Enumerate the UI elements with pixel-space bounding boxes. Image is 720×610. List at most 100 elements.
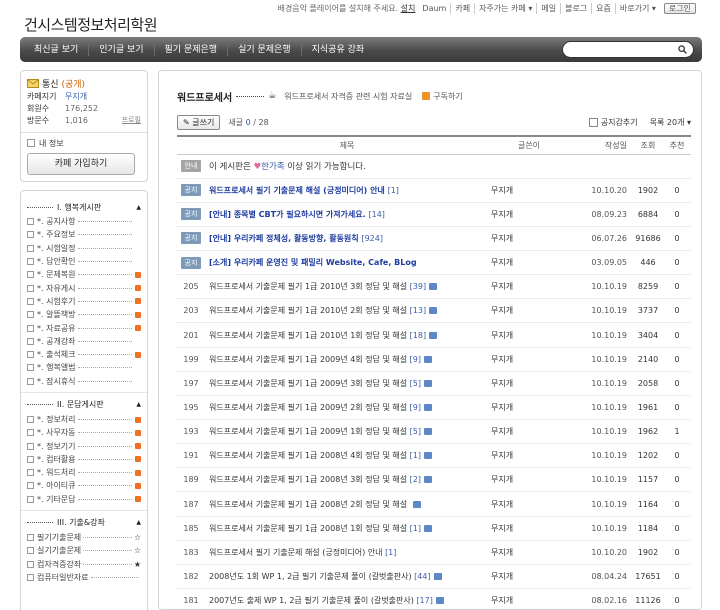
top-link-blog[interactable]: 블로그 (560, 2, 591, 14)
post-title-link[interactable]: 2007년도 출제 WP 1, 2급 필기 기출문제 풀이 (갈벗출판사) (209, 596, 414, 605)
comment-count[interactable]: [13] (410, 306, 426, 315)
post-title-link[interactable]: 워드프로세서 기출문제 필기 1급 2008년 1회 정답 및 해설 (209, 524, 407, 533)
comment-count[interactable]: [1] (385, 548, 396, 557)
comment-count[interactable]: [5] (410, 427, 421, 436)
sidebar-board-item[interactable]: *. 문제복원 (27, 268, 141, 281)
post-title-link[interactable]: 워드프로세서 필기 기출문제 해설 (긍정미디어) 안내 (209, 186, 385, 195)
comment-count[interactable]: [1] (388, 186, 399, 195)
top-link-trend[interactable]: 요즘 (591, 2, 615, 14)
post-author[interactable]: 무지개 (489, 226, 569, 252)
search-input[interactable] (571, 42, 679, 57)
comment-count[interactable]: [924] (361, 234, 383, 243)
post-title-link[interactable]: 워드프로세서 기출문제 필기 1급 2009년 1회 정답 및 해설 (209, 427, 407, 436)
comment-count[interactable]: [9] (410, 403, 421, 412)
post-title-link[interactable]: 워드프로세서 기출문제 필기 1급 2008년 3회 정답 및 해설 (209, 475, 407, 484)
sidebar-board-item[interactable]: *. 공개강좌 (27, 335, 141, 348)
sidebar-board-item[interactable]: *. 자료공유 (27, 321, 141, 334)
post-title-link[interactable]: [안내] 종목별 CBT가 필요하시면 가져가세요. (209, 210, 366, 219)
post-title-link[interactable]: 워드프로세서 기출문제 필기 1급 2008년 4회 정답 및 해설 (209, 451, 407, 460)
post-title-link[interactable]: [안내] 우리카페 정체성, 활동방향, 활동원칙 (209, 234, 359, 243)
group-title-happy[interactable]: I. 행복게시판 ▲ (27, 199, 141, 215)
cafe-title[interactable]: 건시스템정보처리학원 (24, 14, 158, 35)
collapse-icon[interactable]: ▲ (136, 401, 141, 408)
post-author[interactable]: 무지개 (489, 202, 569, 227)
group-title-exam[interactable]: III. 기출&강좌 ▲ (27, 515, 141, 531)
menu-practical-bank[interactable]: 실기 문제은행 (228, 43, 302, 56)
comment-count[interactable]: [17] (416, 596, 432, 605)
post-author[interactable]: 무지개 (489, 491, 569, 517)
top-link-daum[interactable]: Daum (418, 4, 450, 13)
post-author[interactable]: 무지개 (489, 564, 569, 590)
menu-latest[interactable]: 최신글 보기 (20, 43, 90, 56)
post-author[interactable]: 무지개 (489, 178, 569, 203)
menu-popular[interactable]: 인기글 보기 (89, 43, 155, 56)
manager-link[interactable]: 무지개 (65, 91, 87, 102)
post-title-link[interactable]: 워드프로세서 필기 기출문제 해설 (긍정미디어) 안내 (209, 548, 383, 557)
comment-count[interactable]: [2] (410, 475, 421, 484)
sidebar-board-item[interactable]: *. 기타문답 (27, 493, 141, 506)
comment-count[interactable]: [14] (368, 210, 384, 219)
sidebar-board-item[interactable]: *. 사무자동 (27, 426, 141, 439)
comment-count[interactable]: [44] (414, 572, 430, 581)
login-button[interactable]: 로그인 (663, 2, 696, 14)
post-author[interactable]: 무지개 (489, 419, 569, 445)
post-title-link[interactable]: 워드프로세서 기출문제 필기 1급 2009년 3회 정답 및 해설 (209, 379, 407, 388)
post-author[interactable]: 무지개 (489, 322, 569, 348)
sidebar-board-item[interactable]: 컴자격증강좌 ★ (27, 558, 141, 571)
sidebar-board-item[interactable]: *. 정보기기 (27, 439, 141, 452)
post-title-link[interactable]: 워드프로세서 기출문제 필기 1급 2010년 2회 정답 및 해설 (209, 306, 407, 315)
top-link-mail[interactable]: 메일 (536, 2, 560, 14)
post-title-link[interactable]: 워드프로세서 기출문제 필기 1급 2009년 4회 정답 및 해설 (209, 355, 407, 364)
sidebar-board-item[interactable]: *. 컴터활용 (27, 453, 141, 466)
sidebar-board-item[interactable]: *. 답안확인 (27, 255, 141, 268)
comment-count[interactable]: [1] (410, 524, 421, 533)
sidebar-board-item[interactable]: *. 워드처리 (27, 466, 141, 479)
hide-notice-label[interactable]: 공지감추기 (601, 117, 638, 128)
post-author[interactable]: 무지개 (489, 540, 569, 565)
sidebar-board-item[interactable]: *. 자유게시 (27, 281, 141, 294)
post-author[interactable]: 무지개 (489, 516, 569, 541)
post-author[interactable]: 무지개 (489, 443, 569, 469)
group-title-qna[interactable]: II. 문답게시판 ▲ (27, 397, 141, 413)
sidebar-board-item[interactable]: *. 정보처리 (27, 413, 141, 426)
top-link-fav-cafe[interactable]: 자주가는 카페 ▾ (474, 2, 536, 14)
sidebar-board-item[interactable]: *. 행복앨범 (27, 361, 141, 374)
comment-count[interactable]: [5] (410, 379, 421, 388)
post-author[interactable]: 무지개 (489, 347, 569, 372)
comment-count[interactable]: [1] (410, 451, 421, 460)
post-title-link[interactable]: 워드프로세서 기출문제 필기 1급 2010년 3회 정답 및 해설 (209, 282, 407, 291)
sidebar-board-item[interactable]: *. 알뜰책방 (27, 308, 141, 321)
post-title-link[interactable]: 2008년도 1회 WP 1, 2급 필기 기출문제 풀이 (갈벗출판사) (209, 572, 412, 581)
sidebar-board-item[interactable]: *. 주요정보 (27, 228, 141, 241)
collapse-icon[interactable]: ▲ (136, 204, 141, 211)
sidebar-board-item[interactable]: 컴퓨터일반자료 (27, 571, 141, 584)
post-title-link[interactable]: 워드프로세서 기출문제 필기 1급 2009년 2회 정답 및 해설 (209, 403, 407, 412)
post-title-link[interactable]: 워드프로세서 기출문제 필기 1급 2008년 2회 정답 및 해설 (209, 500, 407, 509)
menu-written-bank[interactable]: 필기 문제은행 (155, 43, 229, 56)
sidebar-board-item[interactable]: 실기기출문제 ☆ (27, 544, 141, 557)
sidebar-board-item[interactable]: *. 잠시휴식 (27, 375, 141, 388)
post-title-link[interactable]: 워드프로세서 기출문제 필기 1급 2010년 1회 정답 및 해설 (209, 331, 407, 340)
collapse-icon[interactable]: ▲ (136, 519, 141, 526)
sidebar-board-item[interactable]: 필기기출문제 ☆ (27, 531, 141, 544)
sidebar-board-item[interactable]: *. 시험후기 (27, 295, 141, 308)
comment-count[interactable]: [39] (410, 282, 426, 291)
comment-count[interactable]: [9] (410, 355, 421, 364)
list-size-select[interactable]: 목록 20개 ▾ (650, 117, 691, 128)
install-link[interactable]: 설치 (401, 4, 416, 13)
write-button[interactable]: ✎ 글쓰기 (177, 114, 221, 130)
my-info-toggle[interactable]: 내 정보 (27, 137, 141, 149)
menu-knowledge[interactable]: 지식공유 강좌 (302, 44, 375, 56)
post-author[interactable]: 무지개 (489, 395, 569, 421)
hide-notice-checkbox[interactable] (588, 117, 598, 127)
post-author[interactable]: 무지개 (489, 274, 569, 300)
join-cafe-button[interactable]: 카페 가입하기 (27, 153, 135, 175)
sidebar-board-item[interactable]: *. 시험일정 (27, 242, 141, 255)
sidebar-board-item[interactable]: *. 아이티큐 (27, 479, 141, 492)
post-author[interactable]: 무지개 (489, 588, 569, 610)
post-author[interactable]: 무지개 (489, 250, 569, 276)
sidebar-board-item[interactable]: *. 출석체크 (27, 348, 141, 361)
post-title-link[interactable]: [소개] 우리카페 운영진 및 패밀리 Website, Cafe, BLog (209, 258, 417, 267)
comment-count[interactable]: [18] (410, 331, 426, 340)
search-icon[interactable] (678, 45, 687, 54)
